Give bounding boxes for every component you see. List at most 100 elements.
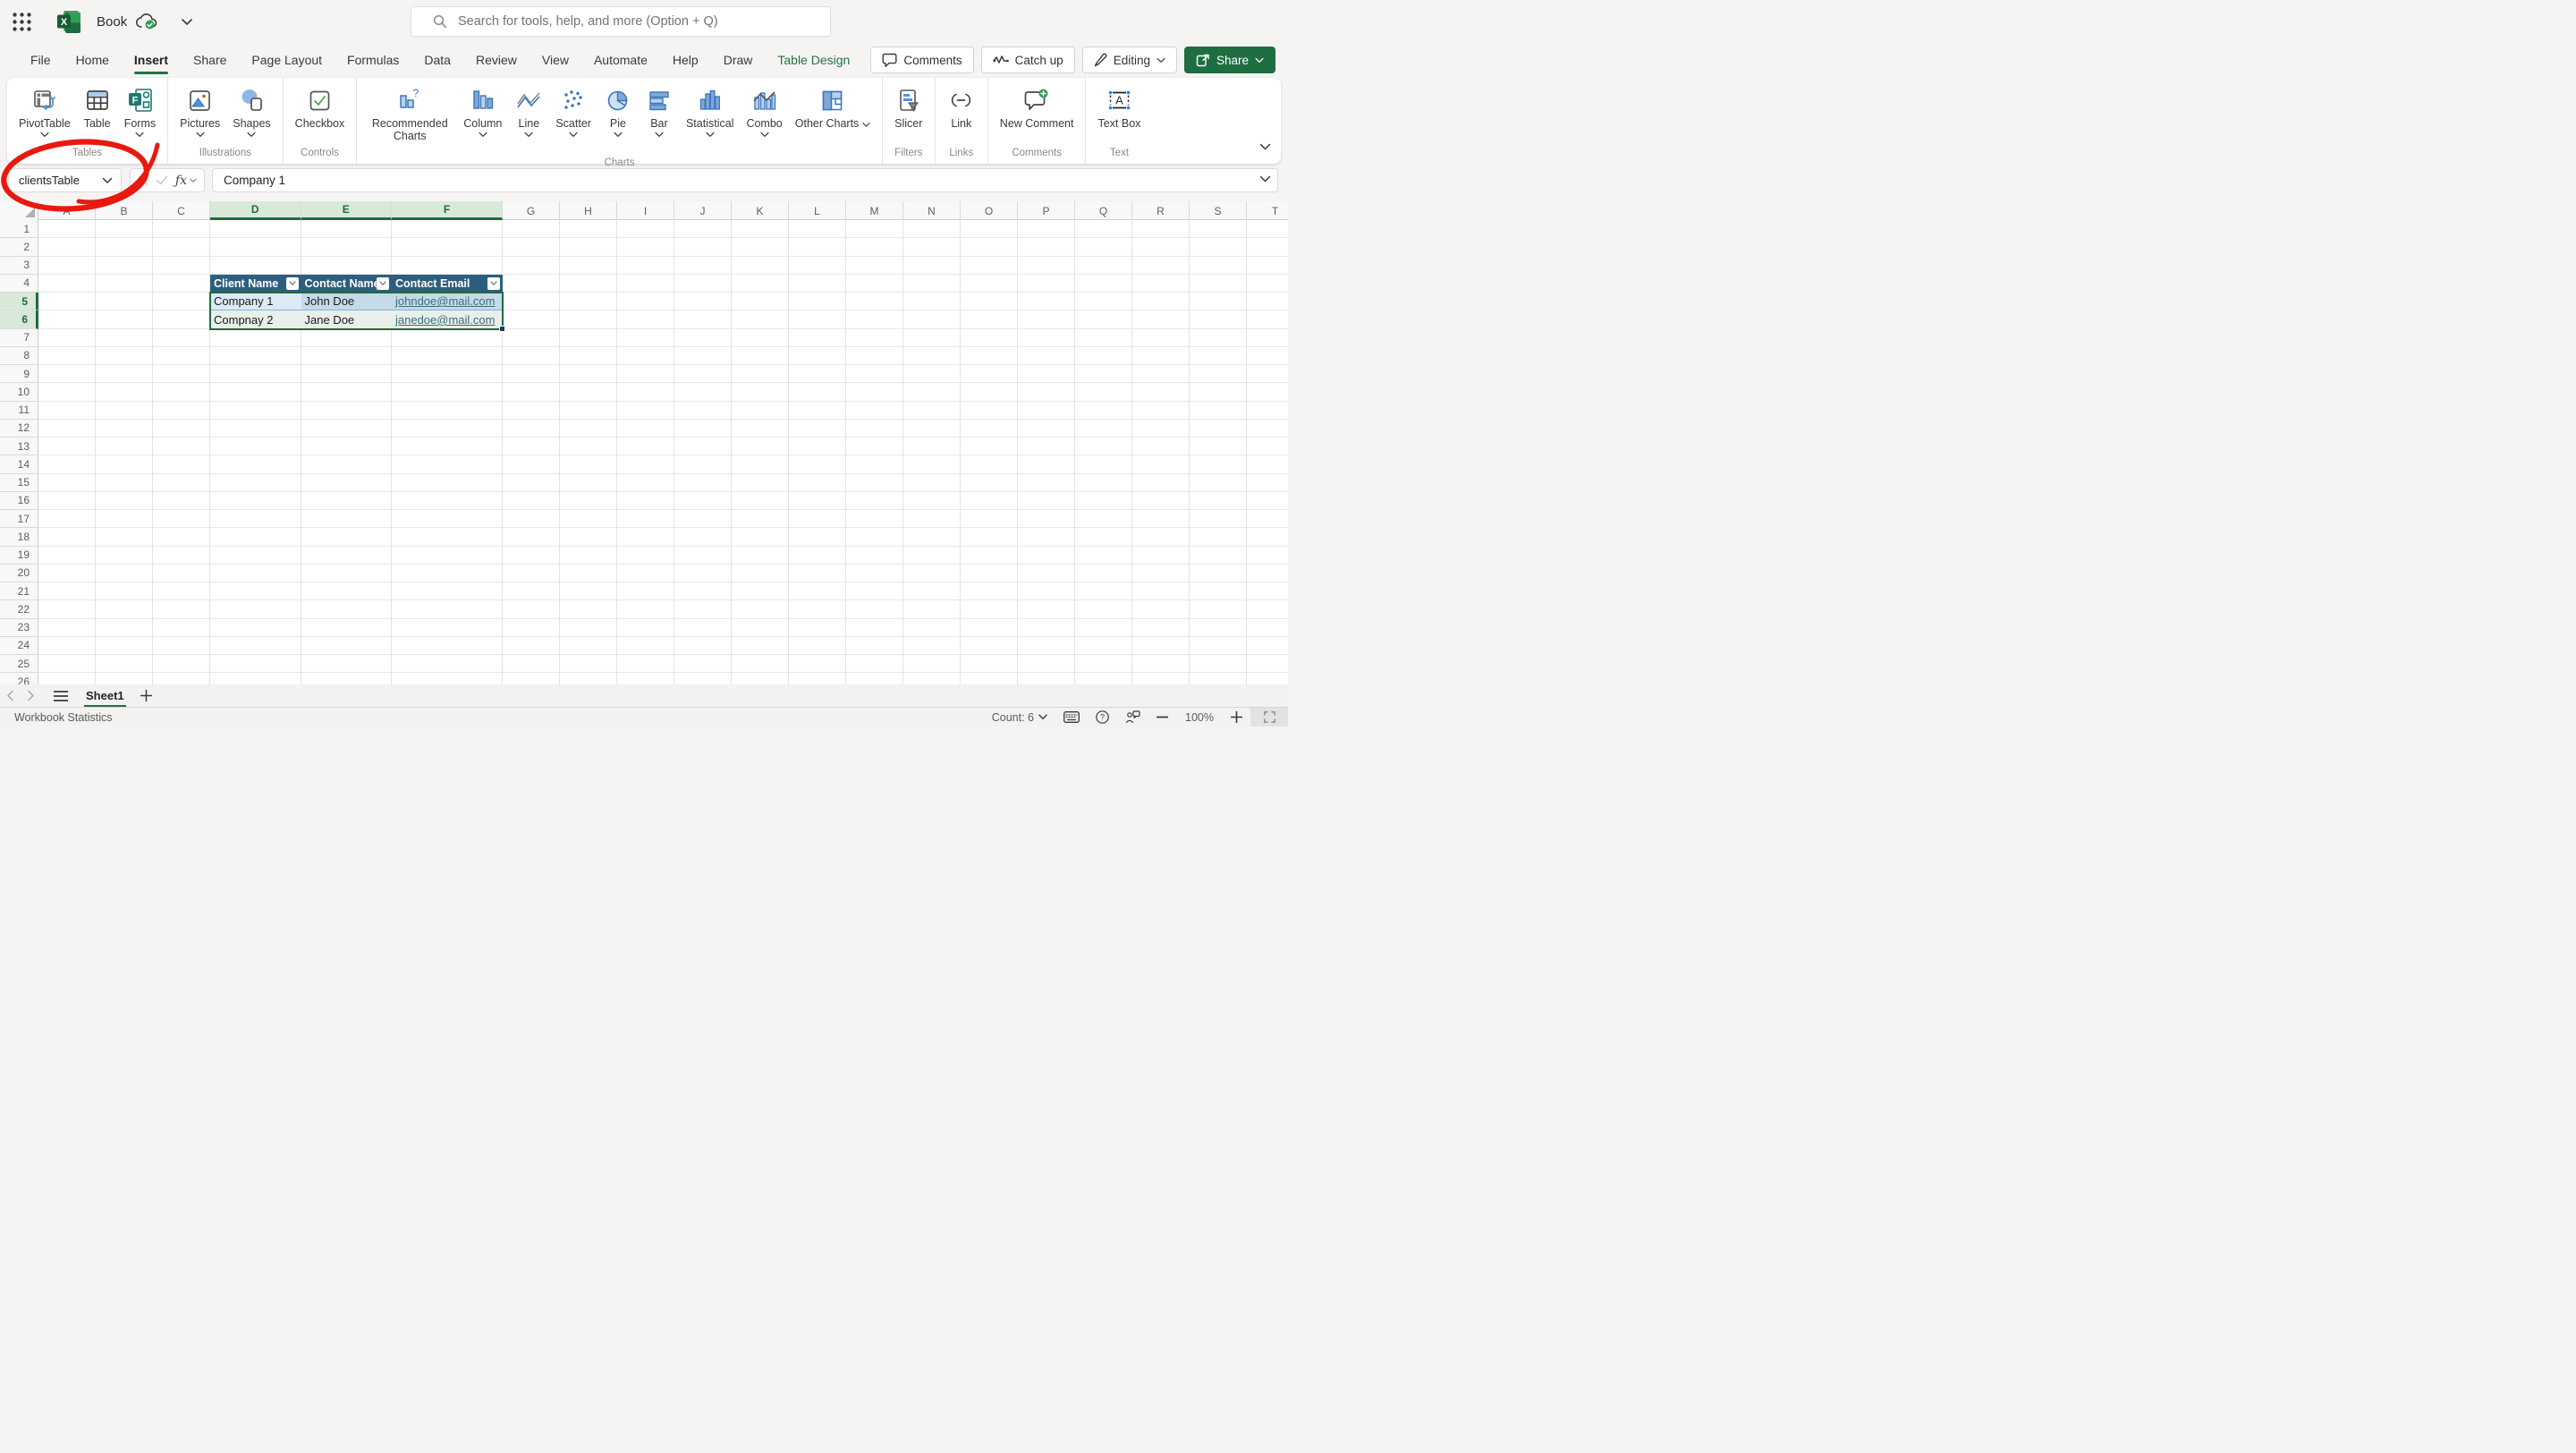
row-header-26[interactable]: 26 [0,673,38,684]
name-box[interactable]: clientsTable [8,168,122,192]
pivottable-button[interactable]: PivotTable [13,83,77,142]
menu-tab-insert[interactable]: Insert [122,46,181,74]
row-header-9[interactable]: 9 [0,365,38,383]
chevron-down-icon[interactable] [760,132,769,142]
row-header-16[interactable]: 16 [0,492,38,510]
shapes-button[interactable]: Shapes [226,83,276,142]
menu-tab-home[interactable]: Home [64,46,122,74]
row-header-5[interactable]: 5 [0,293,38,310]
text-box-button[interactable]: AText Box [1091,83,1147,142]
bar-button[interactable]: Bar [639,83,680,142]
zoom-out-icon[interactable] [1148,708,1176,726]
add-sheet-icon[interactable] [140,690,152,701]
pie-button[interactable]: Pie [597,83,639,142]
row-header-23[interactable]: 23 [0,619,38,637]
column-header-J[interactable]: J [674,201,732,220]
app-launcher-icon[interactable] [10,10,33,33]
column-header-E[interactable]: E [301,201,393,220]
spreadsheet-grid[interactable]: ABCDEFGHIJKLMNOPQRST12345678910111213141… [0,201,1288,684]
column-header-M[interactable]: M [846,201,903,220]
search-input[interactable] [458,14,830,29]
menu-tab-automate[interactable]: Automate [581,46,660,74]
table-header-contact-email[interactable]: Contact Email [392,275,503,293]
column-header-O[interactable]: O [961,201,1018,220]
select-all-corner[interactable] [0,201,38,220]
row-header-10[interactable]: 10 [0,383,38,401]
row-header-17[interactable]: 17 [0,510,38,528]
row-header-18[interactable]: 18 [0,528,38,546]
column-header-L[interactable]: L [789,201,846,220]
link-button[interactable]: Link [941,83,982,142]
filter-dropdown-icon[interactable] [377,277,389,290]
new-comment-button[interactable]: New Comment [994,83,1080,142]
chevron-down-icon[interactable] [479,132,487,142]
column-header-K[interactable]: K [732,201,789,220]
chevron-down-icon[interactable] [524,132,533,142]
comments-button[interactable]: Comments [870,47,973,73]
menu-tab-draw[interactable]: Draw [711,46,766,74]
column-header-F[interactable]: F [392,201,503,220]
cancel-entry-icon[interactable] [138,175,148,186]
row-header-25[interactable]: 25 [0,655,38,673]
row-header-11[interactable]: 11 [0,402,38,420]
keyboard-shortcuts-icon[interactable] [1055,708,1088,726]
menu-tab-help[interactable]: Help [660,46,711,74]
insert-function-icon[interactable]: ƒx [175,174,187,188]
name-box-chevron-icon[interactable] [102,177,121,184]
zoom-level[interactable]: 100% [1176,711,1223,724]
row-header-15[interactable]: 15 [0,474,38,492]
recommended-charts-button[interactable]: ?Recommended Charts [362,83,457,156]
table-cell-D5[interactable]: Company 1 [210,293,301,310]
chevron-down-icon[interactable] [569,132,578,142]
row-header-7[interactable]: 7 [0,329,38,347]
pictures-button[interactable]: Pictures [174,83,226,142]
table-cell-F5[interactable]: johndoe@mail.com [392,293,503,310]
column-header-P[interactable]: P [1018,201,1075,220]
table-cell-D6[interactable]: Compnay 2 [210,310,301,328]
filter-dropdown-icon[interactable] [487,277,500,290]
menu-tab-table-design[interactable]: Table Design [765,46,862,74]
accept-entry-icon[interactable] [156,175,168,185]
table-header-client-name[interactable]: Client Name [210,275,301,293]
row-header-20[interactable]: 20 [0,565,38,582]
menu-tab-page-layout[interactable]: Page Layout [239,46,335,74]
formula-bar-expand-chevron-icon[interactable] [1259,175,1271,183]
row-header-3[interactable]: 3 [0,257,38,275]
email-link[interactable]: janedoe@mail.com [395,313,495,327]
statistical-button[interactable]: Statistical [680,83,741,142]
title-menu-chevron-icon[interactable] [181,18,193,26]
column-header-A[interactable]: A [38,201,96,220]
fullscreen-icon[interactable] [1250,708,1288,726]
filter-dropdown-icon[interactable] [286,277,299,290]
next-sheet-icon[interactable] [21,690,41,701]
catch-up-button[interactable]: Catch up [981,47,1075,73]
column-header-G[interactable]: G [503,201,560,220]
column-header-S[interactable]: S [1190,201,1247,220]
workbook-statistics-button[interactable]: Workbook Statistics [14,711,113,724]
row-header-12[interactable]: 12 [0,420,38,438]
cloud-saved-icon[interactable] [136,13,157,30]
table-cell-F6[interactable]: janedoe@mail.com [392,310,503,328]
sheet-tab-sheet1[interactable]: Sheet1 [84,685,126,706]
aggregate-count[interactable]: Count: 6 [984,708,1055,726]
prev-sheet-icon[interactable] [0,690,21,701]
menu-tab-view[interactable]: View [530,46,581,74]
row-header-21[interactable]: 21 [0,582,38,600]
column-header-D[interactable]: D [210,201,301,220]
chevron-down-icon[interactable] [135,132,144,142]
forms-button[interactable]: FForms [118,83,162,142]
menu-tab-share[interactable]: Share [181,46,239,74]
row-header-4[interactable]: 4 [0,275,38,293]
row-header-1[interactable]: 1 [0,220,38,238]
column-header-I[interactable]: I [617,201,674,220]
line-button[interactable]: Line [508,83,549,142]
row-header-14[interactable]: 14 [0,455,38,473]
row-header-22[interactable]: 22 [0,600,38,618]
column-header-T[interactable]: T [1247,201,1288,220]
checkbox-button[interactable]: Checkbox [289,83,352,142]
menu-tab-file[interactable]: File [18,46,64,74]
row-header-2[interactable]: 2 [0,238,38,256]
fill-handle[interactable] [499,326,505,332]
row-header-19[interactable]: 19 [0,547,38,565]
table-cell-E5[interactable]: John Doe [301,293,393,310]
